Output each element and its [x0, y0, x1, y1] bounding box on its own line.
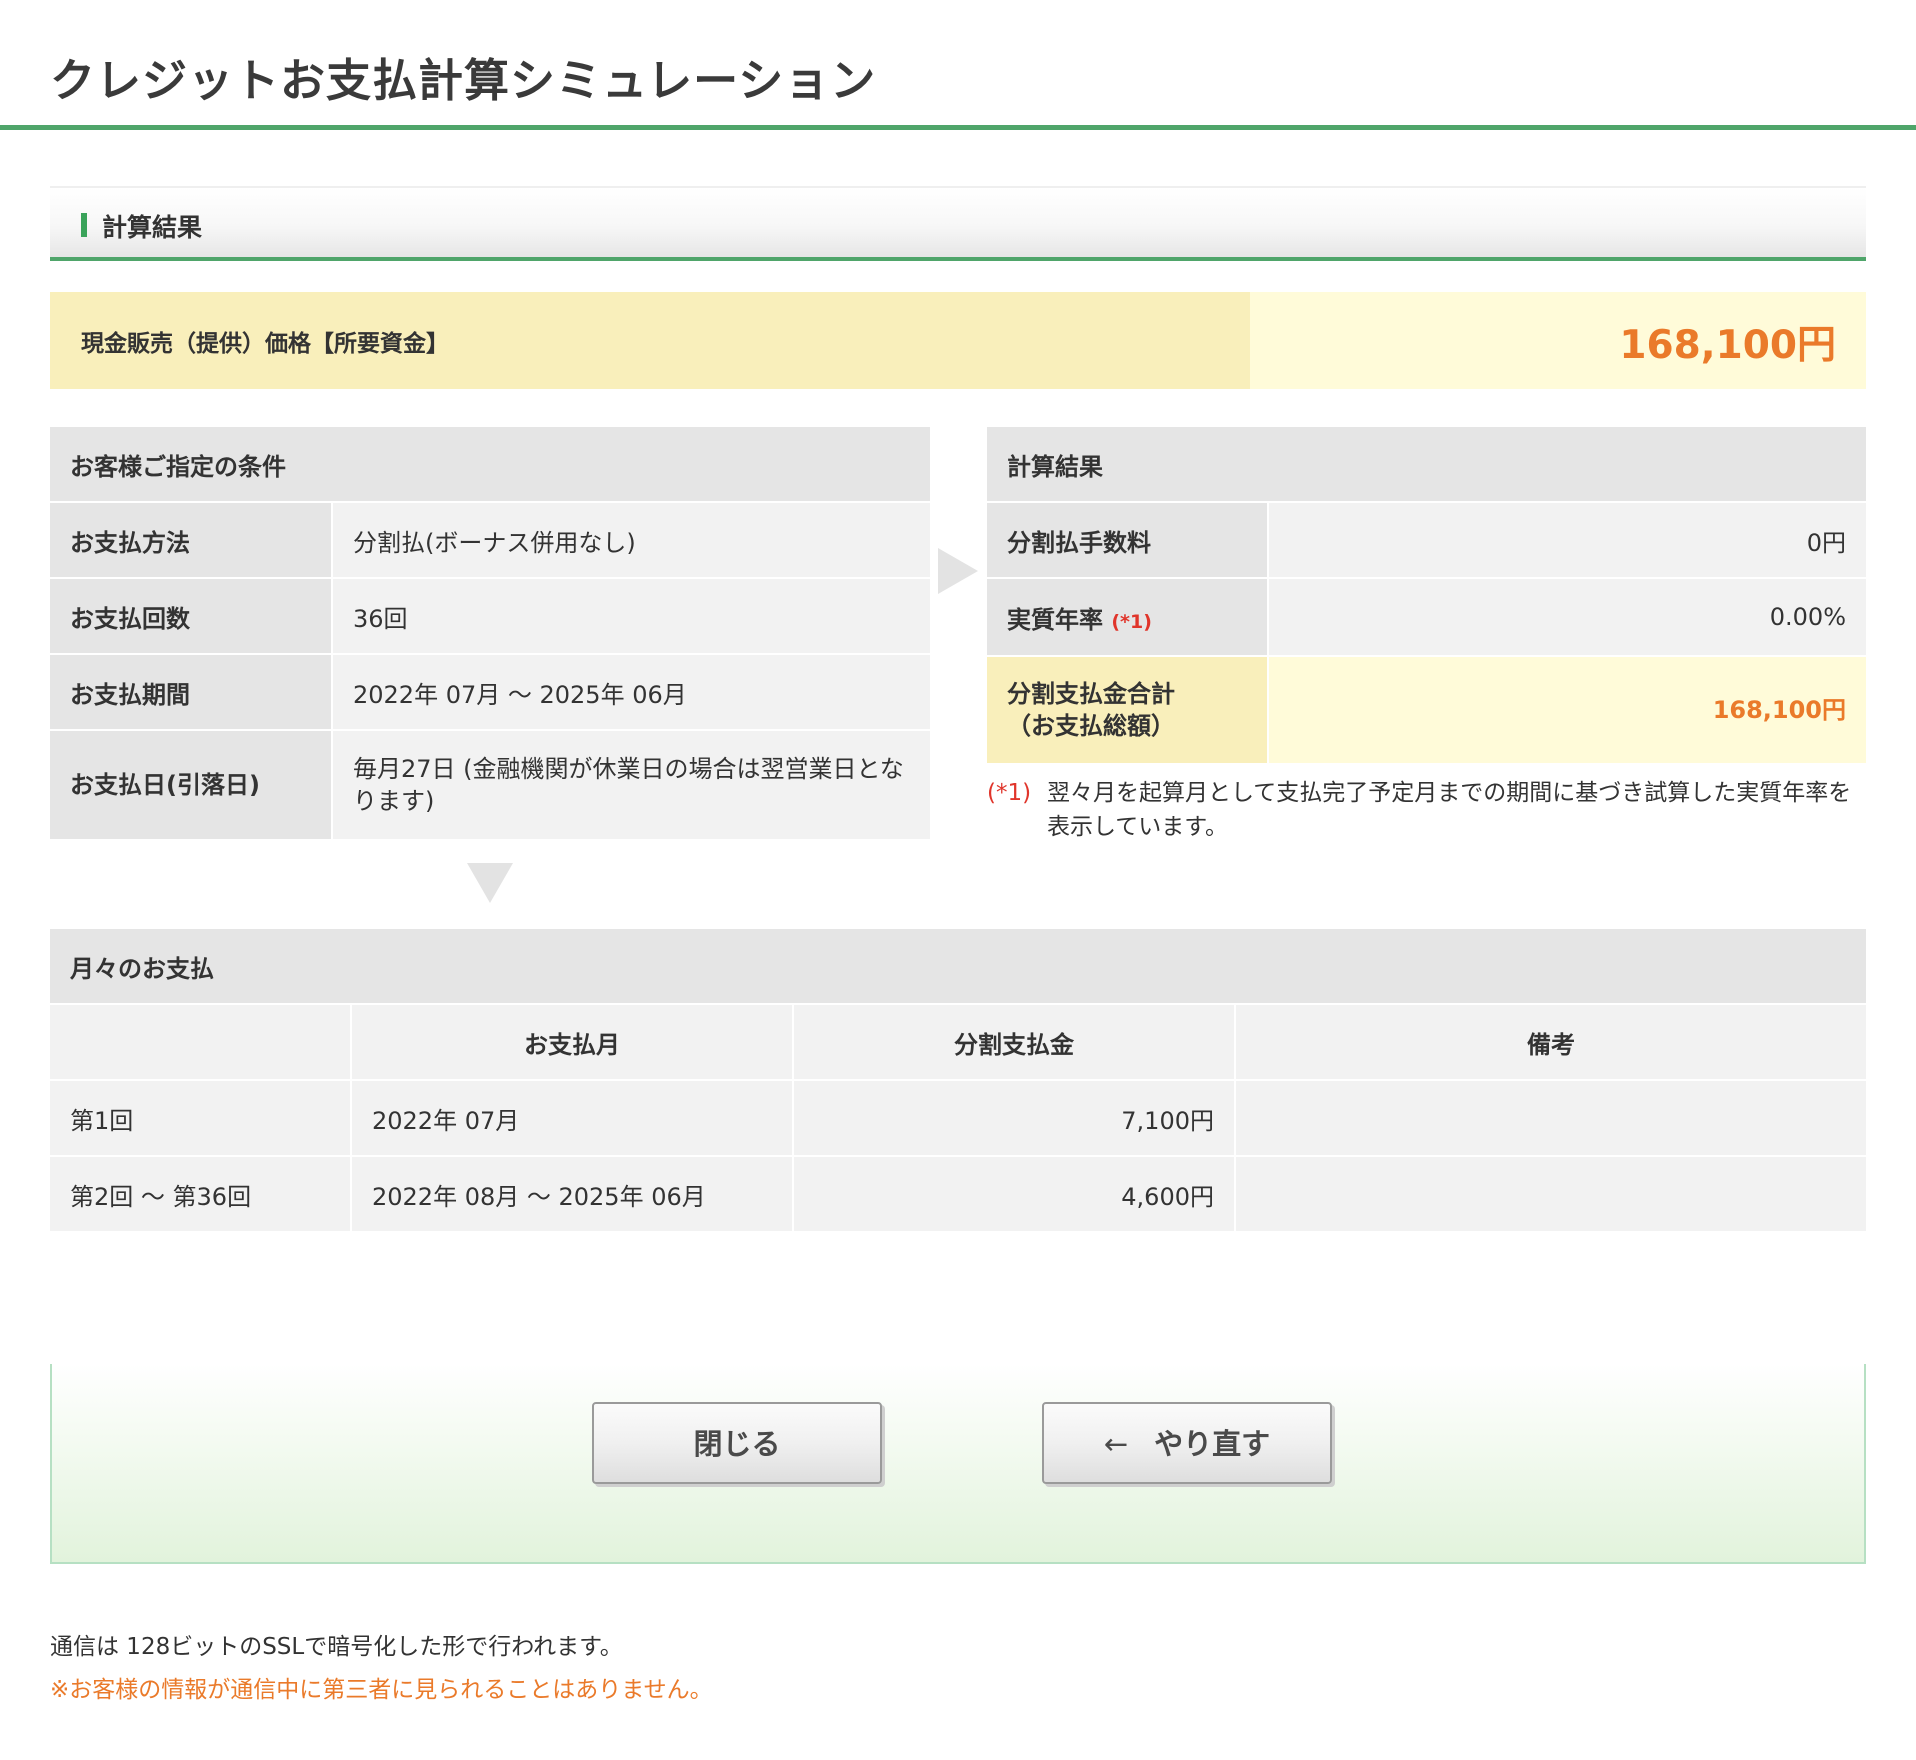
installment-amount: 7,100円 [794, 1081, 1236, 1157]
footnote-text: 翌々月を起算月として支払完了予定月までの期間に基づき試算した実質年率を表示してい… [1047, 780, 1852, 840]
privacy-warning: ※お客様の情報が通信中に第三者に見られることはありません。 [50, 1677, 713, 1703]
payment-day-label: お支払日(引落日) [50, 731, 333, 841]
arrow-right-icon [938, 548, 978, 594]
monthly-payment-table: 月々のお支払 お支払月 分割支払金 備考 第1回 2022年 07月 7,100… [50, 929, 1866, 1233]
section-header: 計算結果 [50, 186, 1866, 261]
cash-price-value: 168,100円 [1619, 323, 1836, 368]
payment-month: 2022年 07月 [352, 1081, 794, 1157]
section-title: 計算結果 [102, 213, 203, 242]
payment-period-label: お支払期間 [50, 655, 333, 731]
retry-button[interactable]: ← やり直す [1042, 1402, 1332, 1484]
installment-fee-label: 分割払手数料 [987, 503, 1269, 579]
conditions-table: お客様ご指定の条件 お支払方法 分割払(ボーナス併用なし) お支払回数 36回 … [50, 427, 930, 841]
payment-method-label: お支払方法 [50, 503, 333, 579]
results-heading: 計算結果 [987, 427, 1866, 503]
total-payment-value: 168,100円 [1269, 657, 1866, 765]
remarks [1236, 1157, 1866, 1233]
column-header-installment-amount: 分割支払金 [794, 1005, 1236, 1081]
page-header: クレジットお支払計算シミュレーション [0, 0, 1916, 130]
table-row: 第2回 〜 第36回 2022年 08月 〜 2025年 06月 4,600円 [50, 1157, 1866, 1233]
payment-count-value: 36回 [333, 579, 930, 655]
installment-amount: 4,600円 [794, 1157, 1236, 1233]
results-table: 計算結果 分割払手数料 0円 実質年率 (*1) 0.00% 分割支払金合計 （… [987, 427, 1866, 765]
ssl-note: 通信は 128ビットのSSLで暗号化した形で行われます。 [50, 1634, 623, 1660]
monthly-heading: 月々のお支払 [50, 929, 1866, 1005]
section-marker [81, 213, 87, 237]
installment-number: 第2回 〜 第36回 [50, 1157, 352, 1233]
cash-price-bar: 現金販売（提供）価格【所要資金】 168,100円 [50, 292, 1866, 389]
button-panel: 閉じる ← やり直す [50, 1364, 1866, 1564]
arrow-down-icon [467, 863, 513, 903]
effective-rate-label: 実質年率 [1007, 605, 1103, 634]
effective-rate-label-cell: 実質年率 (*1) [987, 579, 1269, 657]
total-payment-label-cell: 分割支払金合計 （お支払総額） [987, 657, 1269, 765]
page: クレジットお支払計算シミュレーション 計算結果 現金販売（提供）価格【所要資金】… [0, 0, 1916, 1760]
page-title: クレジットお支払計算シミュレーション [50, 54, 877, 107]
payment-count-label: お支払回数 [50, 579, 333, 655]
arrow-left-icon: ← [1103, 1427, 1129, 1461]
installment-number: 第1回 [50, 1081, 352, 1157]
close-button[interactable]: 閉じる [592, 1402, 882, 1484]
total-payment-sublabel: （お支払総額） [1007, 712, 1175, 740]
effective-rate-note-mark: (*1) [1111, 610, 1152, 633]
remarks [1236, 1081, 1866, 1157]
column-header-payment-month: お支払月 [352, 1005, 794, 1081]
installment-fee-value: 0円 [1269, 503, 1866, 579]
payment-day-value: 毎月27日 (金融機関が休業日の場合は翌営業日となります) [333, 731, 930, 841]
column-header-remarks: 備考 [1236, 1005, 1866, 1081]
payment-method-value: 分割払(ボーナス併用なし) [333, 503, 930, 579]
total-payment-label: 分割支払金合計 [1007, 680, 1175, 708]
cash-price-label: 現金販売（提供）価格【所要資金】 [81, 331, 449, 357]
close-button-label: 閉じる [693, 1427, 781, 1461]
payment-period-value: 2022年 07月 〜 2025年 06月 [333, 655, 930, 731]
cash-price-label-cell: 現金販売（提供）価格【所要資金】 [50, 292, 1250, 389]
table-row: 第1回 2022年 07月 7,100円 [50, 1081, 1866, 1157]
column-header-installment [50, 1005, 352, 1081]
effective-rate-value: 0.00% [1269, 579, 1866, 657]
footnote-mark: (*1) [987, 780, 1032, 806]
payment-month: 2022年 08月 〜 2025年 06月 [352, 1157, 794, 1233]
retry-button-label: やり直す [1154, 1427, 1271, 1461]
conditions-heading: お客様ご指定の条件 [50, 427, 930, 503]
